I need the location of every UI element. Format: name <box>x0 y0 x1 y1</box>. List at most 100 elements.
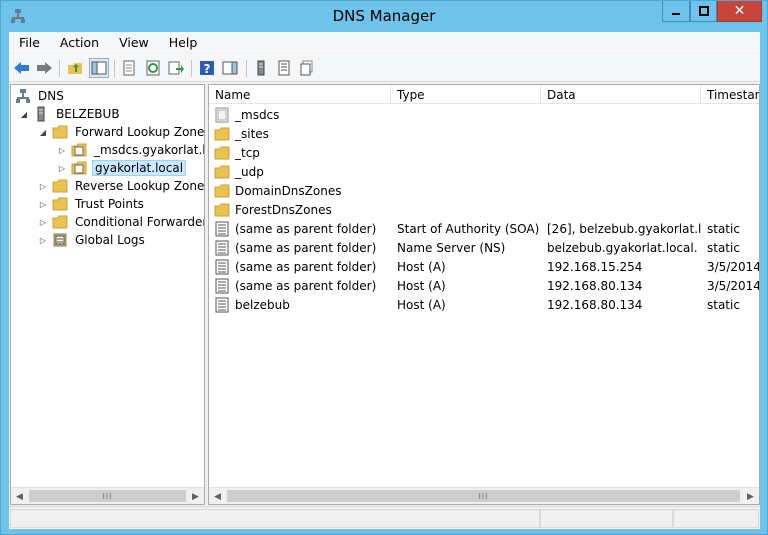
list-row[interactable]: (same as parent folder) Name Server (NS) b… <box>209 238 759 257</box>
tree-node-conditional-forwarders[interactable]: ▷ Conditional Forwarders <box>38 213 204 231</box>
menu-action[interactable]: Action <box>50 35 109 50</box>
tree-node-reverse-lookup-zones[interactable]: ▷ Reverse Lookup Zones <box>38 177 205 195</box>
results-pane: Name Type Data Timestam _msdcs _sites _tcp… <box>208 84 760 505</box>
show-hide-tree-icon <box>91 61 107 75</box>
folder-icon <box>52 179 68 193</box>
row-name: belzebub <box>235 297 290 312</box>
status-section-main <box>10 509 540 528</box>
menu-bar: File Action View Help <box>9 32 760 53</box>
folder-icon <box>52 125 68 139</box>
maximize-button[interactable] <box>690 1 717 22</box>
tree-label: Trust Points <box>75 197 144 211</box>
row-type: Name Server (NS) <box>397 240 506 255</box>
properties-button[interactable] <box>119 58 139 78</box>
list-row[interactable]: _msdcs <box>209 105 759 124</box>
list-row[interactable]: _udp <box>209 162 759 181</box>
zone-icon <box>278 60 290 76</box>
list-horizontal-scrollbar[interactable]: ◀ III ▶ <box>209 487 759 504</box>
expand-arrow-icon[interactable]: ▷ <box>57 145 67 155</box>
tree-label: Forward Lookup Zones <box>75 125 205 139</box>
column-header-timestamp[interactable]: Timestam <box>701 85 759 104</box>
scroll-left-arrow-icon[interactable]: ◀ <box>209 488 226 504</box>
scrollbar-thumb[interactable]: III <box>29 490 186 502</box>
show-hide-console-tree-button[interactable] <box>89 58 109 78</box>
row-type: Host (A) <box>397 297 446 312</box>
folder-icon <box>52 197 68 211</box>
expand-arrow-icon[interactable]: ▷ <box>38 235 48 245</box>
expand-arrow-icon[interactable]: ▷ <box>38 181 48 191</box>
expand-arrow-icon[interactable]: ▷ <box>57 163 67 173</box>
collapse-arrow-icon[interactable]: ◢ <box>38 127 48 137</box>
list-row[interactable]: (same as parent folder) Host (A) 192.168.1… <box>209 257 759 276</box>
up-folder-icon <box>68 63 82 74</box>
dns-record-icon <box>215 221 229 236</box>
tree-node-server[interactable]: ◢ BELZEBUB <box>19 105 122 123</box>
column-header-data[interactable]: Data <box>541 85 701 104</box>
server-button[interactable] <box>251 58 271 78</box>
row-data: [26], belzebub.gyakorlat.lo... <box>547 221 701 236</box>
list-row[interactable]: (same as parent folder) Host (A) 192.168.8… <box>209 276 759 295</box>
server-icon <box>257 60 265 76</box>
row-data: belzebub.gyakorlat.local. <box>547 240 698 255</box>
list-row[interactable]: DomainDnsZones <box>209 181 759 200</box>
record-button[interactable] <box>297 58 317 78</box>
scrollbar-thumb[interactable]: III <box>227 490 740 502</box>
tree-node-global-logs[interactable]: ▷ Global Logs <box>38 231 147 249</box>
tree-label: DNS <box>38 89 64 103</box>
list-row[interactable]: belzebub Host (A) 192.168.80.134 static <box>209 295 759 314</box>
dns-manager-window: DNS Manager ✕ File Action View Help ? DN… <box>0 0 768 535</box>
forward-button[interactable] <box>34 58 54 78</box>
back-arrow-icon <box>14 62 29 74</box>
tree-label: gyakorlat.local <box>92 160 187 176</box>
column-header-name[interactable]: Name <box>209 85 391 104</box>
row-timestamp: static <box>707 240 740 255</box>
row-data: 192.168.15.254 <box>547 259 643 274</box>
client-area: File Action View Help ? DNS ◢ BELZEBUB ◢… <box>9 32 760 529</box>
status-section-secondary <box>540 509 673 528</box>
tree-horizontal-scrollbar[interactable]: ◀ III ▶ <box>11 487 204 504</box>
refresh-button[interactable] <box>143 58 163 78</box>
tree-node-trust-points[interactable]: ▷ Trust Points <box>38 195 146 213</box>
scroll-right-arrow-icon[interactable]: ▶ <box>187 488 204 504</box>
list-row[interactable]: (same as parent folder) Start of Authorit… <box>209 219 759 238</box>
row-name: (same as parent folder) <box>235 240 377 255</box>
tree-label: Reverse Lookup Zones <box>75 179 205 193</box>
expand-arrow-icon[interactable]: ▷ <box>38 199 48 209</box>
scroll-left-arrow-icon[interactable]: ◀ <box>11 488 28 504</box>
window-title: DNS Manager <box>332 7 436 25</box>
menu-help[interactable]: Help <box>159 35 208 50</box>
list-row[interactable]: ForestDnsZones <box>209 200 759 219</box>
menu-view[interactable]: View <box>109 35 159 50</box>
list-row[interactable]: _tcp <box>209 143 759 162</box>
list-header: Name Type Data Timestam <box>209 85 759 104</box>
scroll-right-arrow-icon[interactable]: ▶ <box>742 488 759 504</box>
tree-node-dns[interactable]: DNS <box>15 87 66 105</box>
tree-node-msdcs-zone[interactable]: ▷ _msdcs.gyakorlat.loc <box>57 141 204 159</box>
expand-arrow-icon[interactable]: ▷ <box>38 217 48 227</box>
tree-node-gyakorlat-local[interactable]: ▷ gyakorlat.local <box>57 159 187 177</box>
menu-file[interactable]: File <box>9 35 50 50</box>
zone-button[interactable] <box>274 58 294 78</box>
row-type: Start of Authority (SOA) <box>397 221 540 236</box>
row-name: ForestDnsZones <box>235 202 332 217</box>
export-list-button[interactable] <box>166 58 186 78</box>
minimize-button[interactable] <box>662 1 690 22</box>
back-button[interactable] <box>12 58 32 78</box>
help-button[interactable]: ? <box>197 58 217 78</box>
folder-icon <box>214 146 230 159</box>
up-one-level-button[interactable] <box>65 58 85 78</box>
show-hide-action-pane-button[interactable] <box>220 58 240 78</box>
collapse-arrow-icon[interactable]: ◢ <box>19 109 29 119</box>
event-log-icon <box>53 233 67 247</box>
row-timestamp: static <box>707 297 740 312</box>
row-name: _udp <box>235 164 264 179</box>
svg-text:?: ? <box>204 62 211 76</box>
close-button[interactable]: ✕ <box>717 1 762 22</box>
title-bar[interactable]: DNS Manager ✕ <box>1 1 767 32</box>
action-pane-icon <box>222 61 238 75</box>
column-header-type[interactable]: Type <box>391 85 541 104</box>
tree-node-forward-lookup-zones[interactable]: ◢ Forward Lookup Zones <box>38 123 205 141</box>
folder-icon <box>214 165 230 178</box>
list-row[interactable]: _sites <box>209 124 759 143</box>
zone-icon <box>215 107 229 122</box>
